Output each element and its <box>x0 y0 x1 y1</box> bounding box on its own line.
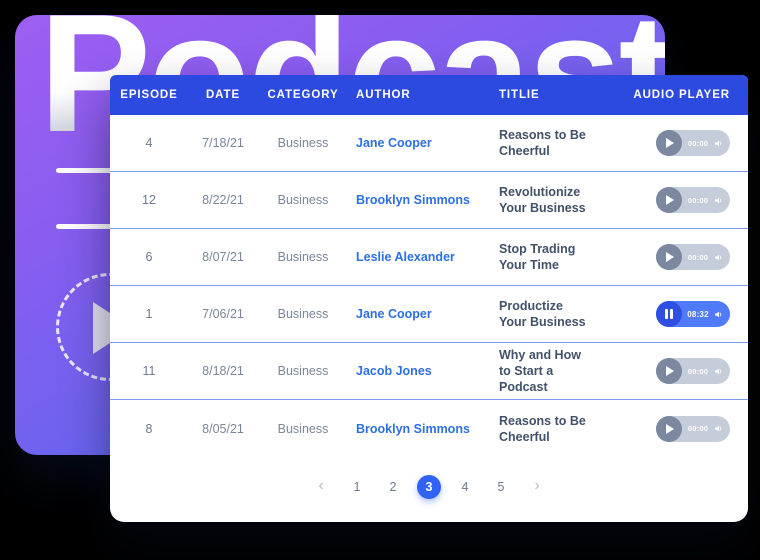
cell-category: Business <box>277 307 329 321</box>
pagination-page-4[interactable]: 4 <box>453 475 477 499</box>
cell-author-link[interactable]: Brooklyn Simmons <box>348 193 481 207</box>
audio-player-control[interactable]: 00:00 <box>656 415 730 442</box>
column-header-date: DATE <box>205 89 241 101</box>
cell-title: Productize Your Business <box>499 299 586 329</box>
cell-author-link[interactable]: Jacob Jones <box>348 364 481 378</box>
cell-audio-player: 00:00 <box>590 130 748 156</box>
table-row[interactable]: 6 8/07/21 Business Leslie Alexander Stop Tra… <box>110 229 748 286</box>
pause-icon[interactable] <box>656 301 682 327</box>
speaker-icon[interactable] <box>714 367 723 376</box>
pagination-page-3[interactable]: 3 <box>417 475 441 499</box>
pagination-page-5[interactable]: 5 <box>489 475 513 499</box>
table-row[interactable]: 1 7/06/21 Business Jane Cooper Productize Yo… <box>110 286 748 343</box>
cell-audio-player: 00:00 <box>590 244 748 270</box>
play-icon[interactable] <box>656 244 682 270</box>
table-header-row: EPISODE DATE CATEGORY AUTHOR TITLIE AUDI… <box>110 75 748 115</box>
cell-episode: 12 <box>142 193 156 207</box>
cell-author-link[interactable]: Jane Cooper <box>348 307 481 321</box>
cell-title: Stop Trading Your Time <box>499 242 576 272</box>
cell-date: 8/18/21 <box>202 364 244 378</box>
audio-time-label: 08:32 <box>687 309 709 319</box>
cell-episode: 4 <box>145 136 153 150</box>
pagination-prev-button[interactable]: ‹ <box>309 475 333 499</box>
audio-time-label: 00:00 <box>687 424 709 433</box>
cell-audio-player: 08:32 <box>590 301 748 327</box>
cell-episode: 6 <box>145 250 153 264</box>
column-header-category: CATEGORY <box>267 89 339 101</box>
cell-author-link[interactable]: Leslie Alexander <box>348 250 481 264</box>
episodes-table-card: EPISODE DATE CATEGORY AUTHOR TITLIE AUDI… <box>110 75 748 522</box>
audio-player-control[interactable]: 00:00 <box>656 358 730 384</box>
column-header-author: AUTHOR <box>356 89 411 101</box>
cell-title: Reasons to Be Cheerful <box>499 413 586 444</box>
cell-episode: 11 <box>142 364 156 378</box>
play-icon[interactable] <box>656 187 682 213</box>
table-row[interactable]: 11 8/18/21 Business Jacob Jones Why and How … <box>110 343 748 400</box>
cell-episode: 8 <box>145 421 153 436</box>
audio-player-control[interactable]: 08:32 <box>656 301 730 327</box>
cell-audio-player: 00:00 <box>590 415 748 442</box>
cell-date: 7/06/21 <box>202 307 244 321</box>
table-body: 4 7/18/21 Business Jane Cooper Reasons to Be… <box>110 115 748 457</box>
cell-date: 8/05/21 <box>202 421 244 436</box>
cell-category: Business <box>277 421 329 436</box>
cell-author-link[interactable]: Jane Cooper <box>348 136 481 150</box>
cell-date: 8/22/21 <box>202 193 244 207</box>
pagination-page-1[interactable]: 1 <box>345 475 369 499</box>
cell-author-link[interactable]: Brooklyn Simmons <box>348 422 481 436</box>
play-icon[interactable] <box>656 415 682 442</box>
column-header-audio-player: AUDIO PLAYER <box>633 89 730 101</box>
audio-player-control[interactable]: 00:00 <box>656 187 730 213</box>
speaker-icon[interactable] <box>714 310 723 319</box>
table-row[interactable]: 4 7/18/21 Business Jane Cooper Reasons to Be… <box>110 115 748 172</box>
cell-category: Business <box>277 136 329 150</box>
cell-audio-player: 00:00 <box>590 187 748 213</box>
audio-time-label: 00:00 <box>687 195 709 205</box>
table-row[interactable]: 8 8/05/21 Business Brooklyn Simmons Reasons … <box>110 400 748 457</box>
cell-title: Reasons to Be Cheerful <box>499 128 586 158</box>
audio-time-label: 00:00 <box>687 252 709 262</box>
pagination-next-button[interactable]: › <box>525 475 549 499</box>
audio-time-label: 00:00 <box>687 138 709 148</box>
column-header-episode: EPISODE <box>120 89 178 101</box>
cell-episode: 1 <box>145 307 153 321</box>
table-row[interactable]: 12 8/22/21 Business Brooklyn Simmons Revolut… <box>110 172 748 229</box>
speaker-icon[interactable] <box>714 424 723 433</box>
cell-category: Business <box>277 250 329 264</box>
audio-player-control[interactable]: 00:00 <box>656 130 730 156</box>
column-header-title: TITLIE <box>499 89 540 101</box>
audio-time-label: 00:00 <box>687 366 709 376</box>
speaker-icon[interactable] <box>714 196 723 205</box>
cell-title: Why and How to Start a Podcast <box>499 348 581 394</box>
cell-title: Revolutionize Your Business <box>499 185 586 215</box>
cell-audio-player: 00:00 <box>590 358 748 384</box>
speaker-icon[interactable] <box>714 253 723 262</box>
pagination: ‹ 1 2 3 4 5 › <box>110 457 748 517</box>
pagination-page-2[interactable]: 2 <box>381 475 405 499</box>
speaker-icon[interactable] <box>714 139 723 148</box>
cell-date: 7/18/21 <box>202 136 244 150</box>
audio-player-control[interactable]: 00:00 <box>656 244 730 270</box>
play-icon[interactable] <box>656 358 682 384</box>
cell-category: Business <box>277 364 329 378</box>
cell-category: Business <box>277 193 329 207</box>
cell-date: 8/07/21 <box>202 250 244 264</box>
screenshot-stage: Podcast EPISODE DATE CATEGORY AUTHOR TIT… <box>0 0 760 560</box>
play-icon[interactable] <box>656 130 682 156</box>
